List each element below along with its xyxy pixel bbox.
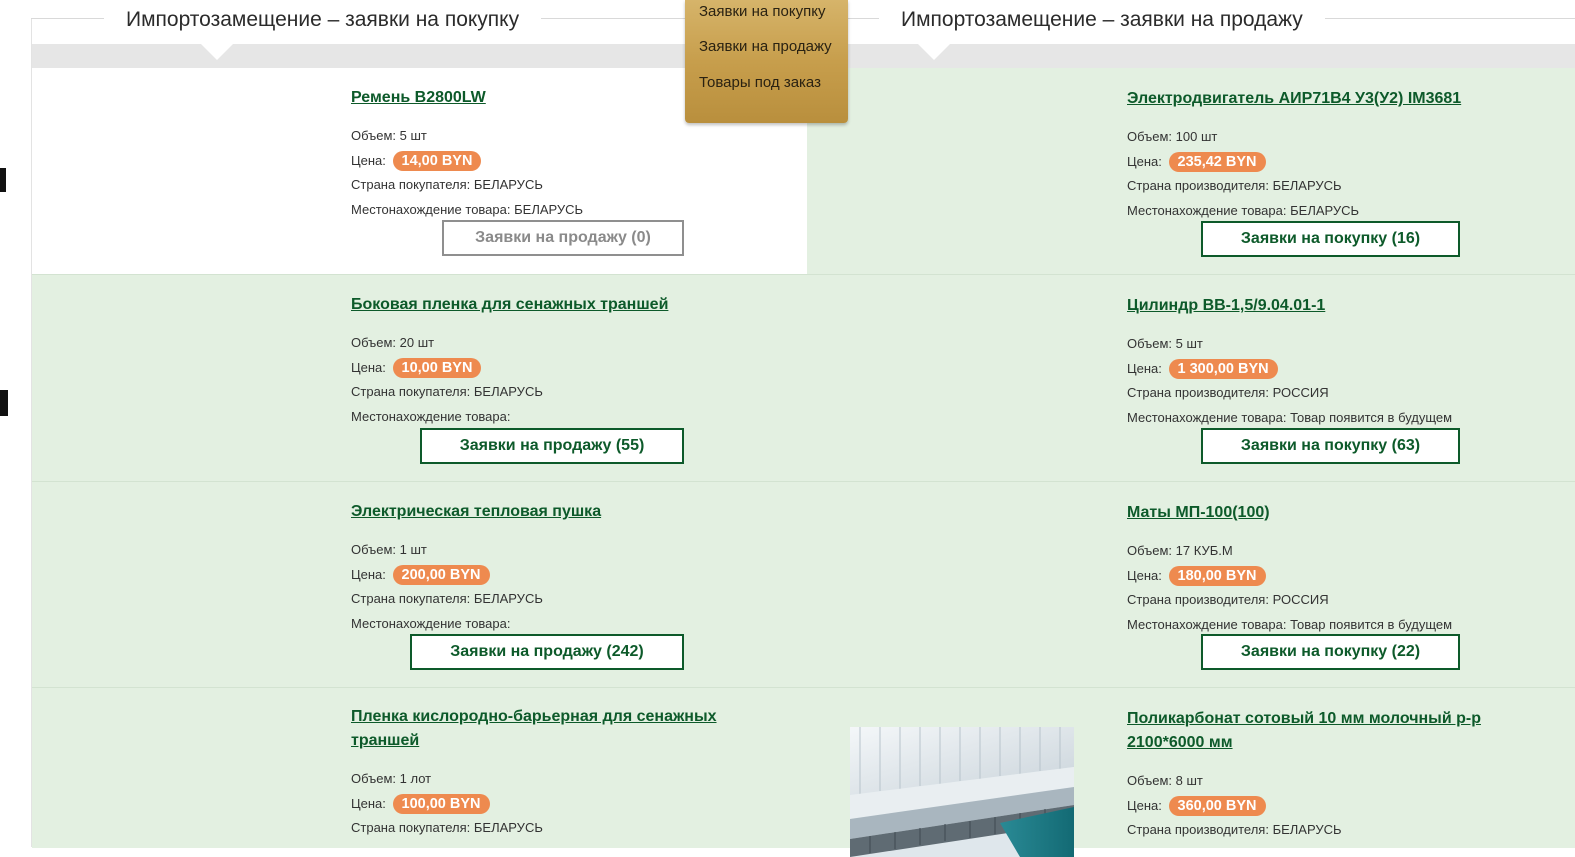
section-notch: [201, 44, 233, 60]
item-title-link[interactable]: Электродвигатель АИР71В4 У3(У2) IM3681: [1127, 87, 1547, 111]
purchase-offers-button[interactable]: Заявки на покупку (22): [1201, 634, 1460, 670]
item-location: Местонахождение товара: Товар появится в…: [1127, 409, 1453, 425]
item-price: Цена: 360,00 BYN: [1127, 794, 1527, 819]
item-location: Местонахождение товара: БЕЛАРУСЬ: [351, 201, 584, 217]
item-price: Цена: 10,00 BYN: [351, 356, 771, 381]
purchase-offers-button[interactable]: Заявки на покупку (16): [1201, 221, 1460, 257]
polycarbonate-sheets-image: [850, 727, 1074, 857]
purchase-section-title: Импортозамещение – заявки на покупку: [104, 6, 542, 34]
item-price: Цена: 200,00 BYN: [351, 563, 771, 588]
item-volume: Объем: 8 шт: [1127, 773, 1203, 788]
item-country: Страна производителя: БЕЛАРУСЬ: [1127, 178, 1342, 193]
list-item: Электрическая тепловая пушка Объем: 1 шт…: [32, 482, 807, 688]
list-item: Электродвигатель АИР71В4 У3(У2) IM3681 О…: [807, 68, 1575, 275]
list-item: Пленка кислородно-барьерная для сенажных…: [32, 688, 807, 848]
item-country: Страна производителя: БЕЛАРУСЬ: [1127, 822, 1342, 837]
item-price: Цена: 235,42 BYN: [1127, 150, 1547, 175]
item-price: Цена: 180,00 BYN: [1127, 564, 1547, 589]
item-country: Страна покупателя: БЕЛАРУСЬ: [351, 820, 543, 835]
item-price: Цена: 100,00 BYN: [351, 792, 751, 817]
item-title-link[interactable]: Пленка кислородно-барьерная для сенажных…: [351, 705, 751, 753]
requests-dropdown-menu: Заявки на покупку Заявки на продажу Това…: [685, 0, 848, 123]
menu-item-sale-requests[interactable]: Заявки на продажу: [699, 38, 832, 55]
item-country: Страна покупателя: БЕЛАРУСЬ: [351, 591, 543, 606]
item-volume: Объем: 5 шт: [351, 128, 427, 143]
item-title-link[interactable]: Боковая пленка для сенажных траншей: [351, 293, 771, 317]
cropped-text-fragment: [0, 390, 8, 416]
menu-item-purchase-requests[interactable]: Заявки на покупку: [699, 3, 825, 20]
purchase-offers-button[interactable]: Заявки на покупку (63): [1201, 428, 1460, 464]
item-volume: Объем: 5 шт: [1127, 336, 1203, 351]
price-badge: 10,00 BYN: [392, 357, 482, 378]
price-badge: 14,00 BYN: [392, 150, 482, 171]
sale-section-title: Импортозамещение – заявки на продажу: [879, 6, 1325, 34]
item-location: Местонахождение товара:: [351, 615, 511, 631]
purchase-requests-list: Ремень B2800LW Объем: 5 шт Цена: 14,00 B…: [32, 68, 807, 848]
item-volume: Объем: 1 лот: [351, 771, 432, 786]
sale-offers-button[interactable]: Заявки на продажу (55): [420, 428, 684, 464]
item-country: Страна покупателя: БЕЛАРУСЬ: [351, 384, 543, 399]
product-thumbnail[interactable]: [850, 727, 1074, 857]
item-country: Страна производителя: РОССИЯ: [1127, 592, 1329, 607]
sale-requests-list: Электродвигатель АИР71В4 У3(У2) IM3681 О…: [807, 68, 1575, 857]
cropped-text-fragment: [0, 168, 6, 192]
item-price: Цена: 1 300,00 BYN: [1127, 357, 1547, 382]
price-badge: 360,00 BYN: [1168, 795, 1266, 816]
item-country: Страна производителя: РОССИЯ: [1127, 385, 1329, 400]
price-badge: 100,00 BYN: [392, 793, 490, 814]
section-notch: [918, 44, 950, 60]
list-item: Поликарбонат сотовый 10 мм молочный р-р …: [807, 688, 1575, 857]
item-volume: Объем: 1 шт: [351, 542, 427, 557]
sale-offers-button[interactable]: Заявки на продажу (0): [442, 220, 684, 256]
item-price: Цена: 14,00 BYN: [351, 149, 771, 174]
item-title-link[interactable]: Маты МП-100(100): [1127, 501, 1547, 525]
item-title-link[interactable]: Поликарбонат сотовый 10 мм молочный р-р …: [1127, 707, 1527, 755]
sale-offers-button[interactable]: Заявки на продажу (242): [410, 634, 684, 670]
item-volume: Объем: 100 шт: [1127, 129, 1218, 144]
item-title-link[interactable]: Электрическая тепловая пушка: [351, 500, 771, 524]
price-badge: 235,42 BYN: [1168, 151, 1266, 172]
left-edge-fragment: [0, 0, 14, 847]
price-badge: 1 300,00 BYN: [1168, 358, 1278, 379]
item-location: Местонахождение товара: БЕЛАРУСЬ: [1127, 202, 1360, 218]
price-badge: 180,00 BYN: [1168, 565, 1266, 586]
list-item: Боковая пленка для сенажных траншей Объе…: [32, 275, 807, 482]
menu-item-custom-orders[interactable]: Товары под заказ: [699, 74, 821, 91]
list-item: Маты МП-100(100) Объем: 17 КУБ.М Цена: 1…: [807, 482, 1575, 688]
price-badge: 200,00 BYN: [392, 564, 490, 585]
item-volume: Объем: 17 КУБ.М: [1127, 543, 1233, 558]
item-title-link[interactable]: Цилиндр ВВ-1,5/9.04.01-1: [1127, 294, 1547, 318]
item-volume: Объем: 20 шт: [351, 335, 435, 350]
list-item: Цилиндр ВВ-1,5/9.04.01-1 Объем: 5 шт Цен…: [807, 275, 1575, 482]
item-location: Местонахождение товара:: [351, 408, 511, 424]
item-country: Страна покупателя: БЕЛАРУСЬ: [351, 177, 543, 192]
